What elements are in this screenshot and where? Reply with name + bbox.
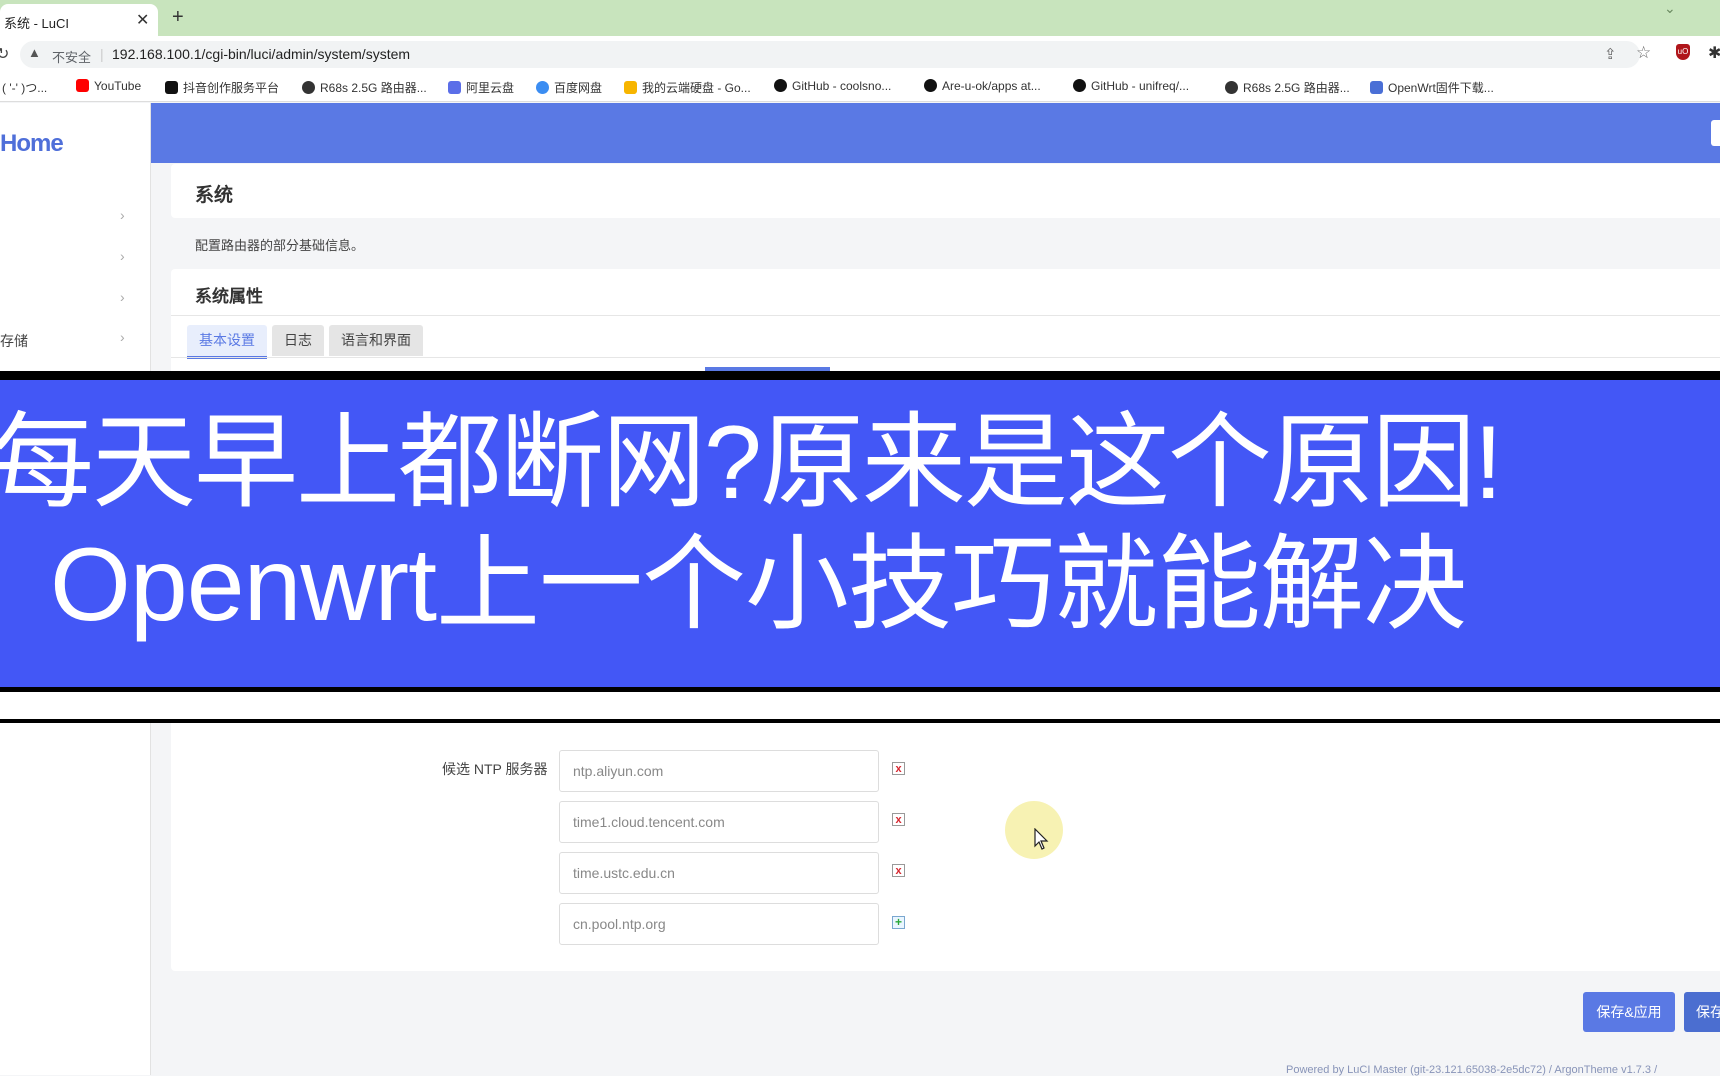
- bookmark-item[interactable]: R68s 2.5G 路由器...: [302, 79, 427, 96]
- chevron-right-icon[interactable]: ›: [120, 207, 125, 223]
- top-header: [151, 103, 1720, 163]
- share-icon[interactable]: ⇪: [1604, 45, 1617, 63]
- ntp-server-field[interactable]: [559, 801, 879, 843]
- bookmark-star-icon[interactable]: ☆: [1636, 43, 1651, 63]
- save-apply-button[interactable]: 保存&应用: [1583, 992, 1675, 1032]
- new-tab-button[interactable]: +: [172, 6, 184, 29]
- github-icon: [774, 79, 787, 92]
- globe-icon: [302, 81, 315, 94]
- bookmark-label: R68s 2.5G 路由器...: [1243, 81, 1350, 95]
- chevron-right-icon[interactable]: ›: [120, 248, 125, 264]
- bookmark-label: Are-u-ok/apps at...: [942, 79, 1041, 93]
- extensions-puzzle-icon[interactable]: ✱: [1708, 43, 1720, 63]
- browser-tabstrip: [0, 0, 1720, 36]
- tab-basic-settings[interactable]: 基本设置: [187, 325, 267, 359]
- title-card: [171, 164, 1720, 218]
- overlay-banner: 每天早上都断网?原来是这个原因! Openwrt上一个小技巧就能解决: [0, 380, 1720, 687]
- overlay-headline-line1: 每天早上都断网?原来是这个原因!: [0, 405, 1503, 521]
- bookmark-label: YouTube: [94, 79, 142, 93]
- divider: [171, 315, 1720, 316]
- browser-tab[interactable]: 系统 - LuCI ✕: [0, 4, 158, 36]
- page-description: 配置路由器的部分基础信息。: [195, 238, 365, 253]
- ntp-server-field[interactable]: [559, 852, 879, 894]
- bookmark-item[interactable]: 百度网盘: [536, 79, 602, 96]
- bookmark-label: 抖音创作服务平台: [183, 81, 280, 95]
- aliyun-icon: [448, 81, 461, 94]
- bookmark-label: GitHub - unifreq/...: [1091, 79, 1190, 93]
- warning-icon[interactable]: ▲: [28, 45, 41, 60]
- remove-entry-icon[interactable]: x: [892, 813, 905, 826]
- brand-logo[interactable]: Home: [0, 130, 64, 158]
- section-title: 系统属性: [195, 287, 263, 306]
- ntp-server-field[interactable]: [559, 750, 879, 792]
- douyin-icon: [165, 81, 178, 94]
- github-icon: [1073, 79, 1086, 92]
- tab-log[interactable]: 日志: [272, 325, 324, 356]
- openwrt-icon: [1370, 81, 1383, 94]
- youtube-icon: [76, 79, 89, 92]
- add-entry-icon[interactable]: +: [892, 916, 905, 929]
- ntp-servers-label: 候选 NTP 服务器: [442, 761, 548, 777]
- bookmark-label: 百度网盘: [554, 81, 603, 95]
- bookmark-label: GitHub - coolsno...: [792, 79, 892, 93]
- bookmark-item[interactable]: YouTube: [76, 79, 141, 93]
- bookmark-item[interactable]: GitHub - coolsno...: [774, 79, 891, 93]
- sidebar-item-storage[interactable]: 存储: [0, 331, 28, 351]
- bookmark-item[interactable]: Are-u-ok/apps at...: [924, 79, 1041, 93]
- chevron-right-icon[interactable]: ›: [120, 289, 125, 305]
- bookmark-item[interactable]: R68s 2.5G 路由器...: [1225, 79, 1350, 96]
- bookmark-item[interactable]: 阿里云盘: [448, 79, 514, 96]
- reload-icon[interactable]: ↻: [0, 44, 9, 64]
- tab-search-chevron-icon[interactable]: ⌄: [1664, 0, 1676, 17]
- bookmarks-bar: ( '-' )つ... YouTube 抖音创作服务平台 R68s 2.5G 路…: [0, 72, 1720, 102]
- remove-entry-icon[interactable]: x: [892, 762, 905, 775]
- bookmark-label: ( '-' )つ...: [2, 81, 48, 95]
- bookmark-label: R68s 2.5G 路由器...: [320, 81, 427, 95]
- bookmark-item[interactable]: ( '-' )つ...: [2, 79, 47, 96]
- bookmark-item[interactable]: OpenWrt固件下载...: [1370, 79, 1494, 96]
- save-button[interactable]: 保存: [1684, 992, 1720, 1032]
- bookmark-label: 阿里云盘: [466, 81, 515, 95]
- bookmark-item[interactable]: GitHub - unifreq/...: [1073, 79, 1189, 93]
- mouse-cursor-icon: [1034, 828, 1049, 850]
- baidu-icon: [536, 81, 549, 94]
- divider: [171, 357, 1720, 358]
- gdrive-icon: [624, 81, 637, 94]
- address-bar[interactable]: ▲ 不安全 | 192.168.100.1/cgi-bin/luci/admin…: [20, 41, 1640, 68]
- tab-close-icon[interactable]: ✕: [136, 10, 149, 30]
- ntp-server-field[interactable]: [559, 903, 879, 945]
- chevron-right-icon[interactable]: ›: [120, 329, 125, 345]
- address-separator: |: [100, 46, 104, 62]
- ublock-extension-icon[interactable]: uO: [1676, 44, 1690, 60]
- overlay-headline-line2: Openwrt上一个小技巧就能解决: [50, 527, 1467, 643]
- footer-credits: Powered by LuCI Master (git-23.121.65038…: [1286, 1064, 1658, 1076]
- overlay-bottom-strip: [0, 692, 1720, 723]
- page-title: 系统: [195, 185, 234, 206]
- bookmark-item[interactable]: 我的云端硬盘 - Go...: [624, 79, 751, 96]
- url-text[interactable]: 192.168.100.1/cgi-bin/luci/admin/system/…: [112, 46, 410, 62]
- remove-entry-icon[interactable]: x: [892, 864, 905, 877]
- bookmark-label: OpenWrt固件下载...: [1388, 81, 1494, 95]
- bookmark-label: 我的云端硬盘 - Go...: [642, 81, 751, 95]
- globe-icon: [1225, 81, 1238, 94]
- tab-language-and-style[interactable]: 语言和界面: [329, 325, 423, 356]
- header-menu-button[interactable]: [1711, 120, 1720, 146]
- security-status[interactable]: 不安全: [52, 47, 91, 66]
- github-icon: [924, 79, 937, 92]
- bookmark-item[interactable]: 抖音创作服务平台: [165, 79, 279, 96]
- tab-title: 系统 - LuCI: [4, 16, 70, 31]
